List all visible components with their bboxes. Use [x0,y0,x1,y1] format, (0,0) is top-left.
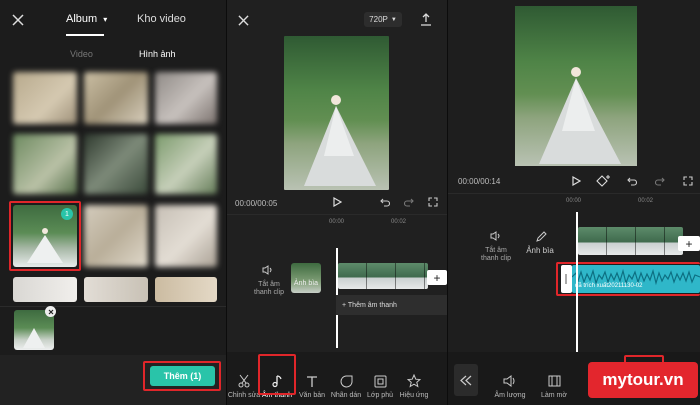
mute-clip-label: Tắt âm thanh clip [254,281,284,296]
resolution-label: 720P [369,15,388,24]
highlight-box [258,354,296,395]
fade-icon [536,373,572,389]
add-clip-button[interactable]: + [678,236,700,251]
sticker-icon [329,373,363,389]
tool-label: Lớp phủ [366,392,393,399]
bride-image [304,95,376,186]
effects-star-icon [397,373,431,389]
undo-icon[interactable] [379,196,391,208]
video-preview [284,36,389,190]
gallery-thumb[interactable] [84,205,148,267]
ruler-tick: 00:02 [391,219,407,225]
gallery-thumb[interactable] [84,277,148,302]
audio-editor-panel: 00:00/00:14 00:00 00:02 Tắt âm thanh cli… [448,0,700,405]
media-gallery-panel: Album ▾ Kho video Video Hình ảnh 1 Thêm … [0,0,226,405]
video-clip-strip[interactable] [338,263,428,289]
tool-lop-phu[interactable]: Lớp phủ [363,373,397,399]
tool-van-ban[interactable]: Văn bản [295,373,329,399]
cover-button[interactable]: Ảnh bìa [291,263,321,293]
add-clip-button[interactable]: + [427,270,447,285]
gallery-thumb[interactable] [13,72,77,124]
timeline-divider [227,214,447,215]
tool-nhan-dan[interactable]: Nhãn dán [329,373,363,399]
bride-image [539,67,621,164]
ruler-tick: 00:00 [329,219,345,225]
highlight-box [143,361,221,391]
tab-hinh-anh[interactable]: Hình ảnh [139,49,176,59]
export-icon[interactable] [417,10,435,28]
timecode: 00:00/00:05 [235,199,278,208]
highlight-box [9,201,81,271]
cover-label: Ảnh bìa [293,280,319,287]
overlay-icon [363,373,397,389]
tab-album[interactable]: Album ▾ [66,13,107,25]
ruler-tick: 00:00 [566,198,582,204]
video-editor-panel: 720P ▼ 00:00/00:05 00:00 00:02 Tắt âm th… [227,0,447,405]
gallery-thumb[interactable] [84,72,148,124]
tool-label: Chỉnh sửa [227,392,261,399]
tool-label: Làm mờ [541,392,567,399]
video-preview [515,6,637,166]
tab-underline [66,34,104,36]
fullscreen-icon[interactable] [682,175,694,187]
play-icon[interactable] [569,174,583,188]
play-icon[interactable] [330,195,344,209]
tab-kho-video[interactable]: Kho video [137,13,186,25]
resolution-selector[interactable]: 720P ▼ [364,12,402,27]
scissors-icon [227,373,261,389]
redo-icon[interactable] [403,196,415,208]
tab-video[interactable]: Video [70,49,93,59]
timecode: 00:00/00:14 [458,177,501,186]
close-icon[interactable] [233,10,253,30]
tool-chinh-sua[interactable]: Chỉnh sửa [227,373,261,399]
remove-icon[interactable] [45,306,56,317]
gallery-thumb[interactable] [155,205,217,267]
video-clip-strip[interactable] [578,227,683,255]
chevron-down-icon: ▾ [103,15,108,24]
watermark-text: mytour.vn [602,370,684,389]
cover-label[interactable]: Ảnh bìa [522,247,558,255]
speaker-icon[interactable] [260,264,274,276]
add-audio-button[interactable]: + Thêm âm thanh [336,295,447,315]
gallery-thumb[interactable] [155,277,217,302]
tray-divider [0,306,226,307]
playhead[interactable] [576,212,578,352]
mute-clip-label: Tắt âm thanh clip [481,247,511,262]
tool-lam-mo[interactable]: Làm mờ [536,373,572,399]
chevron-down-icon: ▼ [390,16,397,23]
timeline-divider [448,193,700,194]
back-chevrons-icon[interactable] [454,364,478,396]
tool-label: Văn bản [298,392,326,399]
gallery-thumb[interactable] [84,134,148,194]
close-icon[interactable] [8,10,28,30]
fullscreen-icon[interactable] [427,196,439,208]
edit-pen-icon[interactable] [534,229,548,243]
ruler-tick: 00:02 [638,198,654,204]
gallery-thumb[interactable] [13,134,77,194]
speaker-icon[interactable] [488,230,502,242]
volume-icon [490,373,530,389]
tool-label: Hiệu ứng [399,392,429,399]
tool-label: Nhãn dán [330,392,362,399]
tab-album-label: Album [66,13,98,25]
gallery-thumb[interactable] [13,277,77,302]
watermark-logo: mytour.vn [588,362,698,398]
tool-hieu-ung[interactable]: Hiệu ứng [397,373,431,399]
redo-icon[interactable] [654,175,666,187]
text-icon [295,373,329,389]
gallery-thumb[interactable] [155,72,217,124]
tool-am-luong[interactable]: Âm lượng [490,373,530,399]
undo-icon[interactable] [626,175,638,187]
gallery-thumb[interactable] [155,134,217,194]
tool-label: Âm lượng [494,392,526,399]
keyframe-icon[interactable] [595,172,613,190]
